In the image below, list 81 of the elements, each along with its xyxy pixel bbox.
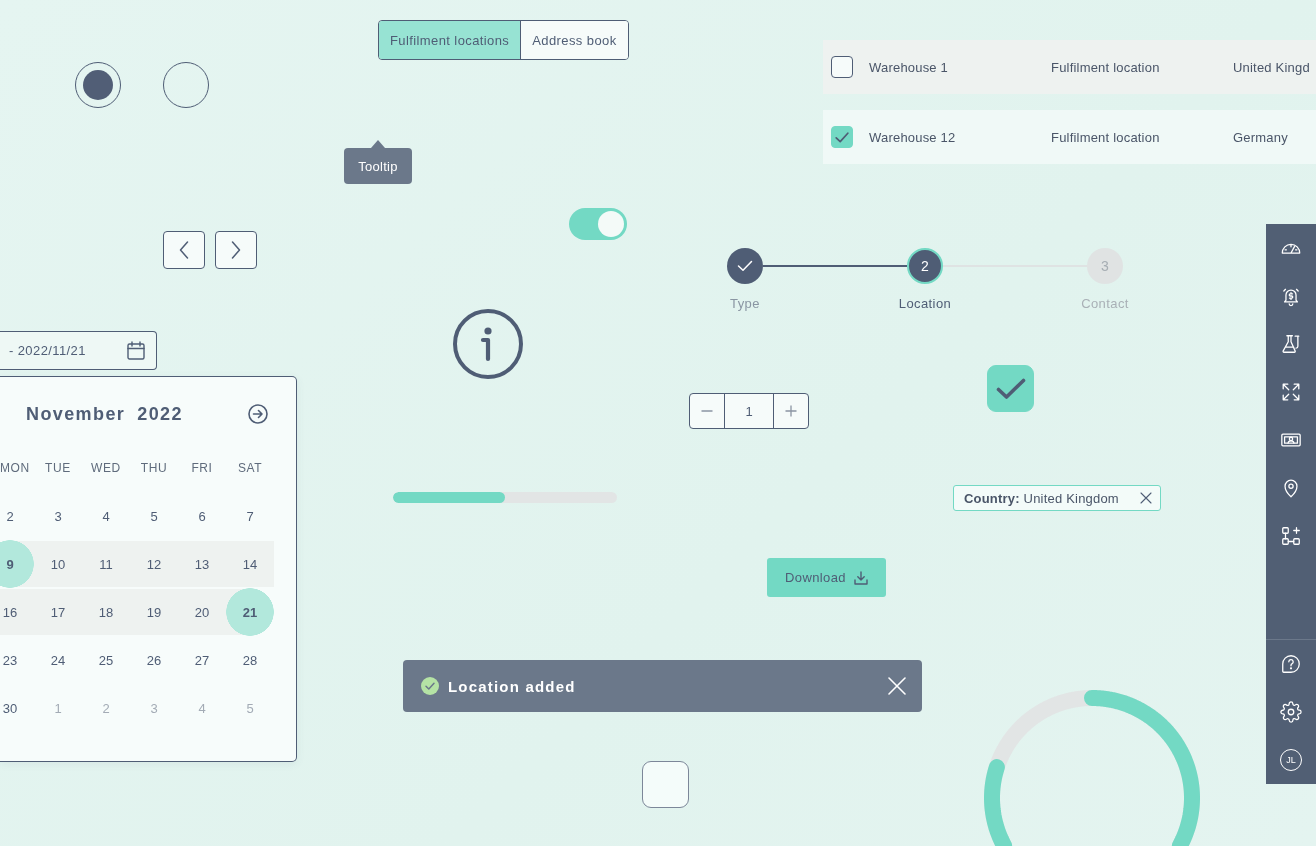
weekday-label: FRI (190, 461, 214, 475)
table-cell-text: Warehouse 12 (869, 129, 957, 145)
calendar-day[interactable]: 2 (0, 492, 34, 540)
toast-message: Location added (448, 677, 576, 695)
checkmark-icon (835, 131, 849, 143)
table-cell-text: United Kingd (1233, 59, 1311, 75)
next-month-button[interactable] (248, 404, 268, 424)
calendar-day[interactable]: 28 (226, 636, 274, 684)
calendar-day[interactable]: 19 (130, 588, 178, 636)
calendar-day[interactable]: 4 (82, 492, 130, 540)
step-indicator: 2 (907, 248, 943, 284)
table-row[interactable]: Warehouse 1 Fulfilment location United Kingd (823, 40, 1316, 94)
large-checkbox[interactable] (642, 761, 689, 808)
weekday-label: WED (90, 461, 122, 475)
calendar-day[interactable]: 13 (178, 540, 226, 588)
check-circle-icon (421, 677, 439, 695)
calendar-month: November (26, 403, 126, 425)
calendar-day[interactable]: 20 (178, 588, 226, 636)
next-button[interactable] (215, 231, 257, 269)
table-cell-text: Fulfilment location (1051, 129, 1161, 145)
row-checkbox[interactable] (831, 56, 853, 78)
checkmark-icon (995, 377, 1026, 400)
quantity-field[interactable]: 1 (724, 394, 774, 428)
remove-filter-button[interactable] (1140, 492, 1152, 504)
table-cell-text: Germany (1233, 129, 1289, 145)
table-cell-text: Warehouse 1 (869, 59, 950, 75)
calendar-icon (127, 341, 145, 360)
checkmark-icon (737, 260, 753, 272)
tooltip: Tooltip (344, 140, 412, 184)
flask-icon (1280, 333, 1302, 355)
calendar-day[interactable]: 30 (0, 684, 34, 732)
close-icon (888, 677, 906, 695)
calendar-day[interactable]: 14 (226, 540, 274, 588)
calendar-day[interactable]: 23 (0, 636, 34, 684)
weekday-label: MON (0, 461, 31, 475)
chevron-left-icon (179, 241, 189, 259)
table-cell-text: Fulfilment location (1051, 59, 1161, 75)
weekday-label: THU (139, 461, 169, 475)
calendar-day[interactable]: 17 (34, 588, 82, 636)
segment-tab[interactable]: Fulfilment locations (379, 21, 521, 59)
info-icon (453, 309, 523, 379)
expand-icon (1280, 381, 1302, 403)
settings-icon (1280, 701, 1302, 723)
close-button[interactable] (888, 677, 906, 695)
close-icon (1140, 492, 1152, 504)
arrow-right-circle-icon (248, 404, 268, 424)
calendar-day[interactable]: 25 (82, 636, 130, 684)
calendar-day[interactable]: 24 (34, 636, 82, 684)
calendar-day[interactable]: 12 (130, 540, 178, 588)
calendar-day[interactable]: 5 (130, 492, 178, 540)
step-label: Location (898, 296, 952, 311)
step-label: Contact (1081, 296, 1129, 311)
weekday-label: TUE (44, 461, 72, 475)
calendar-day[interactable]: 7 (226, 492, 274, 540)
table-row[interactable]: Warehouse 12 Fulfilment location Germany (823, 110, 1316, 164)
previous-button[interactable] (163, 231, 205, 269)
calendar-day[interactable]: 10 (34, 540, 82, 588)
blocks-plus-icon (1280, 525, 1302, 547)
calendar-day[interactable]: 11 (82, 540, 130, 588)
step-label: Type (730, 296, 760, 311)
weekday-label: SAT (236, 461, 264, 475)
calendar-day[interactable]: 9 (0, 540, 34, 588)
calendar-day[interactable]: 16 (0, 588, 34, 636)
download-button[interactable]: Download (767, 558, 886, 597)
calendar-day[interactable]: 3 (34, 492, 82, 540)
large-checkbox[interactable] (987, 365, 1034, 412)
date-range-field[interactable]: - 2022/11/21 (0, 331, 157, 370)
calendar-day[interactable]: 18 (82, 588, 130, 636)
calendar-day[interactable]: 6 (178, 492, 226, 540)
plus-icon (785, 405, 797, 417)
filter-chip-text: Country: United Kingdom (964, 490, 1119, 506)
calendar-day[interactable]: 26 (130, 636, 178, 684)
step-indicator: 3 (1087, 248, 1123, 284)
chevron-right-icon (231, 241, 241, 259)
download-icon (854, 570, 868, 585)
calendar-year: 2022 (137, 403, 183, 425)
segment-tab[interactable]: Address book (520, 21, 628, 59)
calendar-day[interactable]: 27 (178, 636, 226, 684)
toggle-switch[interactable] (569, 208, 627, 240)
calendar-day[interactable]: 21 (226, 588, 274, 636)
help-icon (1280, 653, 1302, 675)
